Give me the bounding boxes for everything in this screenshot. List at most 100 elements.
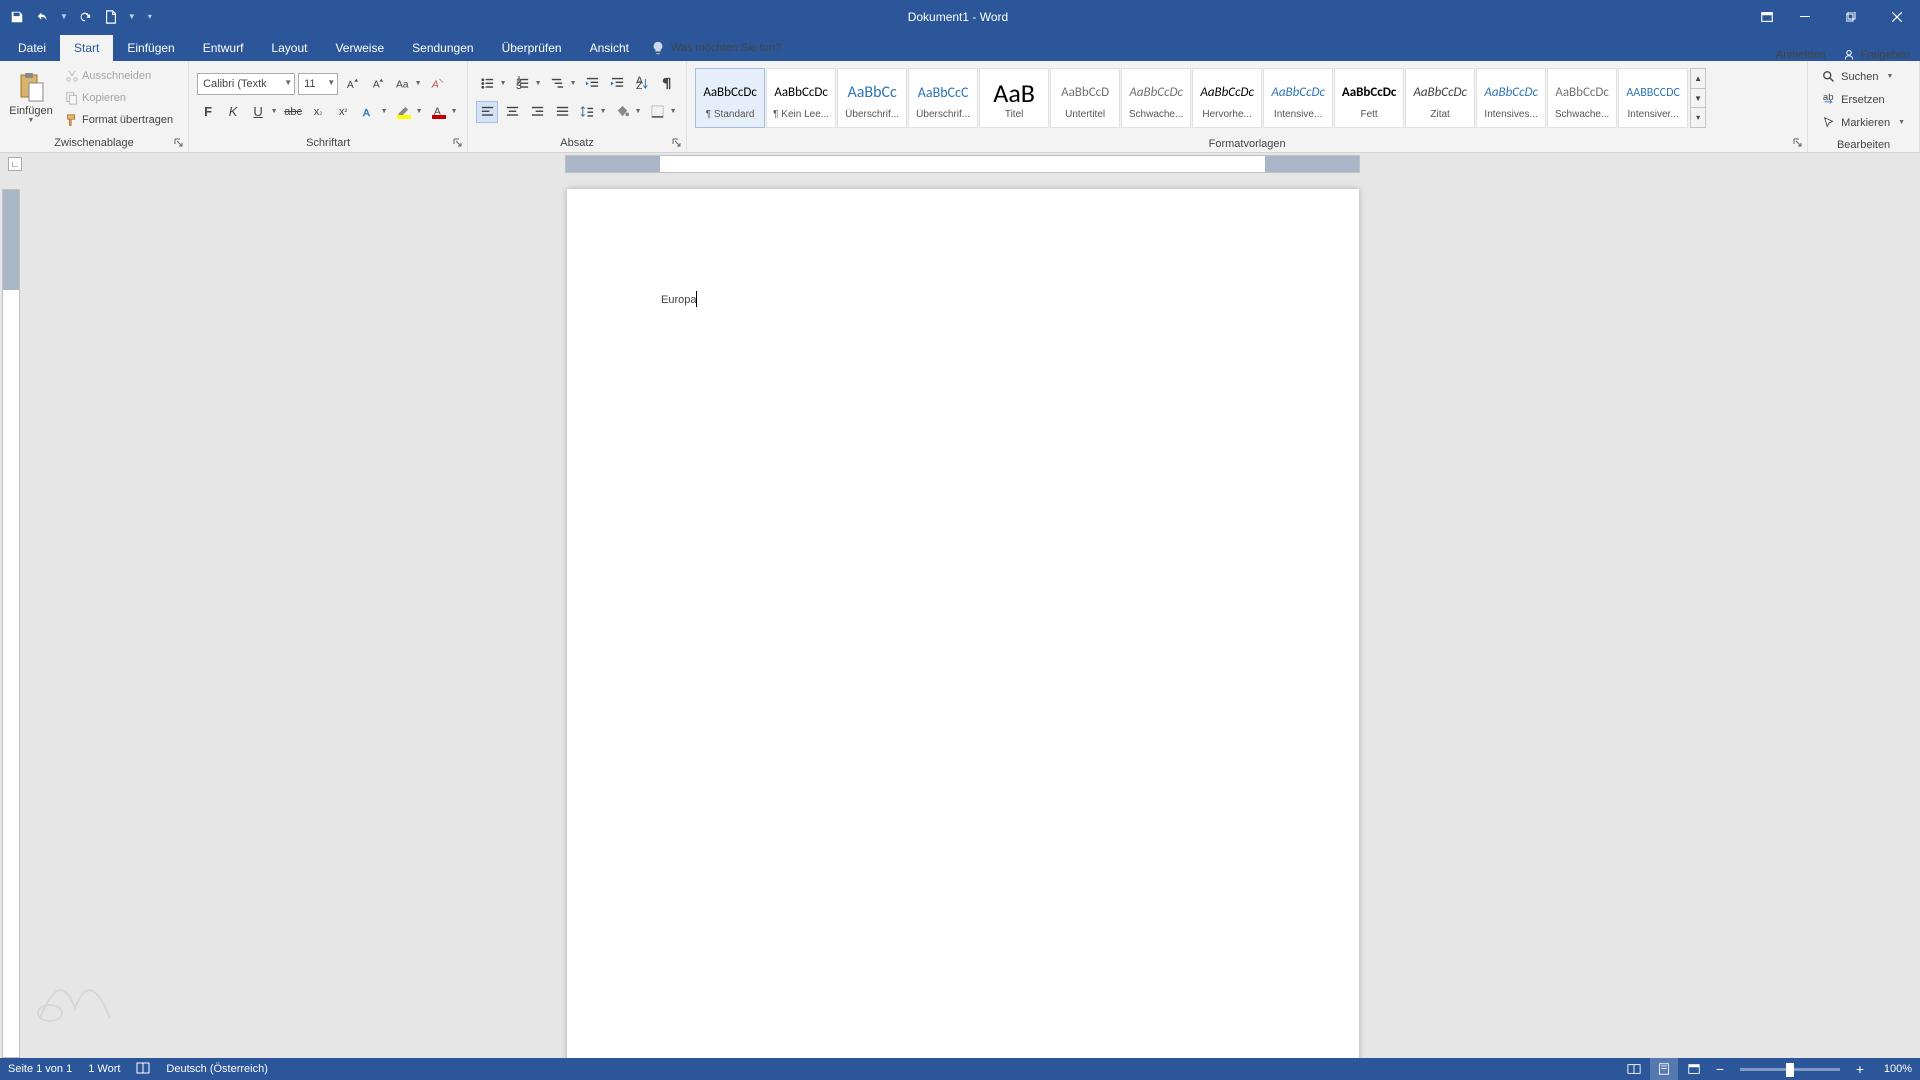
zoom-out-button[interactable]: − [1710, 1058, 1730, 1080]
style-expand[interactable]: ▾ [1691, 108, 1705, 127]
web-layout-button[interactable] [1680, 1058, 1708, 1080]
style-scroll-down[interactable]: ▼ [1691, 89, 1705, 109]
multilevel-dropdown[interactable]: ▼ [568, 73, 578, 95]
vertical-ruler[interactable] [2, 189, 20, 1058]
tab-mailings[interactable]: Sendungen [398, 35, 487, 61]
page-indicator[interactable]: Seite 1 von 1 [8, 1063, 72, 1075]
font-name-combo[interactable]: Calibri (Textk▼ [197, 73, 295, 95]
new-doc-button[interactable] [100, 6, 122, 28]
shading-button[interactable] [611, 101, 633, 123]
style-item-13[interactable]: AABBCCDCIntensiver... [1618, 68, 1688, 128]
style-item-6[interactable]: AaBbCcDcSchwache... [1121, 68, 1191, 128]
replace-button[interactable]: abErsetzen [1818, 89, 1909, 110]
qat-customize-icon[interactable]: ▾ [146, 12, 154, 21]
multilevel-list-button[interactable] [546, 73, 568, 95]
style-item-9[interactable]: AaBbCcDcFett [1334, 68, 1404, 128]
styles-dialog-launcher[interactable] [1792, 138, 1804, 150]
print-layout-button[interactable] [1650, 1058, 1678, 1080]
highlight-button[interactable] [392, 101, 414, 123]
align-center-button[interactable] [501, 101, 523, 123]
numbering-button[interactable]: 123 [511, 73, 533, 95]
change-case-button[interactable]: Aa [391, 73, 413, 95]
style-item-3[interactable]: AaBbCcCÜberschrif... [908, 68, 978, 128]
bold-button[interactable]: F [197, 101, 219, 123]
bullets-dropdown[interactable]: ▼ [498, 73, 508, 95]
increase-indent-button[interactable] [606, 73, 628, 95]
style-item-11[interactable]: AaBbCcDcIntensives... [1476, 68, 1546, 128]
style-item-1[interactable]: AaBbCcDc¶ Kein Lee... [766, 68, 836, 128]
zoom-slider[interactable] [1740, 1068, 1840, 1071]
style-item-5[interactable]: AaBbCcDUntertitel [1050, 68, 1120, 128]
tab-insert[interactable]: Einfügen [113, 35, 188, 61]
find-button[interactable]: Suchen▼ [1818, 66, 1909, 87]
zoom-in-button[interactable]: + [1850, 1058, 1870, 1080]
ribbon-display-options-button[interactable] [1756, 6, 1778, 28]
font-size-combo[interactable]: 11▼ [298, 73, 338, 95]
style-item-12[interactable]: AaBbCcDcSchwache... [1547, 68, 1617, 128]
style-item-0[interactable]: AaBbCcDc¶ Standard [695, 68, 765, 128]
language-indicator[interactable]: Deutsch (Österreich) [166, 1063, 267, 1075]
clear-formatting-button[interactable]: A [426, 73, 448, 95]
superscript-button[interactable]: x² [332, 101, 354, 123]
shrink-font-button[interactable]: A [366, 73, 388, 95]
document-body[interactable]: Europa [661, 289, 1265, 307]
tab-selector[interactable]: ∟ [8, 157, 22, 171]
undo-dropdown-icon[interactable]: ▼ [58, 12, 70, 21]
text-effects-dropdown[interactable]: ▼ [379, 101, 389, 123]
select-button[interactable]: Markieren▼ [1818, 112, 1909, 133]
change-case-dropdown[interactable]: ▼ [413, 73, 423, 95]
zoom-thumb[interactable] [1786, 1063, 1794, 1077]
new-doc-dropdown-icon[interactable]: ▼ [126, 12, 138, 21]
style-item-10[interactable]: AaBbCcDcZitat [1405, 68, 1475, 128]
style-item-7[interactable]: AaBbCcDcHervorhe... [1192, 68, 1262, 128]
paragraph-dialog-launcher[interactable] [671, 138, 683, 150]
style-item-4[interactable]: AaBTitel [979, 68, 1049, 128]
share-button[interactable]: Freigeben [1843, 49, 1910, 61]
paste-button[interactable]: Einfügen ▼ [6, 65, 56, 131]
tab-file[interactable]: Datei [4, 35, 60, 61]
decrease-indent-button[interactable] [581, 73, 603, 95]
font-dialog-launcher[interactable] [452, 138, 464, 150]
maximize-button[interactable] [1828, 0, 1874, 33]
underline-dropdown[interactable]: ▼ [269, 101, 279, 123]
style-item-2[interactable]: AaBbCcÜberschrif... [837, 68, 907, 128]
borders-button[interactable] [646, 101, 668, 123]
tab-view[interactable]: Ansicht [576, 35, 643, 61]
style-scroll-up[interactable]: ▲ [1691, 69, 1705, 89]
shading-dropdown[interactable]: ▼ [633, 101, 643, 123]
justify-button[interactable] [551, 101, 573, 123]
style-item-8[interactable]: AaBbCcDcIntensive... [1263, 68, 1333, 128]
horizontal-ruler[interactable] [565, 155, 1360, 173]
strikethrough-button[interactable]: abc [282, 101, 304, 123]
close-button[interactable] [1874, 0, 1920, 33]
grow-font-button[interactable]: A [341, 73, 363, 95]
cut-button[interactable]: Ausschneiden [60, 66, 178, 86]
borders-dropdown[interactable]: ▼ [668, 101, 678, 123]
highlight-dropdown[interactable]: ▼ [414, 101, 424, 123]
bullets-button[interactable] [476, 73, 498, 95]
redo-button[interactable] [74, 6, 96, 28]
show-marks-button[interactable] [656, 73, 678, 95]
italic-button[interactable]: K [222, 101, 244, 123]
copy-button[interactable]: Kopieren [60, 88, 178, 108]
align-right-button[interactable] [526, 101, 548, 123]
font-color-dropdown[interactable]: ▼ [449, 101, 459, 123]
read-mode-button[interactable] [1620, 1058, 1648, 1080]
page[interactable]: Europa [567, 189, 1359, 1058]
save-button[interactable] [6, 6, 28, 28]
tab-start[interactable]: Start [60, 35, 113, 61]
minimize-button[interactable] [1782, 0, 1828, 33]
word-count[interactable]: 1 Wort [88, 1063, 120, 1075]
subscript-button[interactable]: x₂ [307, 101, 329, 123]
sort-button[interactable]: AZ [631, 73, 653, 95]
font-color-button[interactable]: A [427, 101, 449, 123]
tab-layout[interactable]: Layout [257, 35, 321, 61]
align-left-button[interactable] [476, 101, 498, 123]
tab-review[interactable]: Überprüfen [488, 35, 576, 61]
underline-button[interactable]: U [247, 101, 269, 123]
sign-in-button[interactable]: Anmelden [1776, 49, 1826, 61]
line-spacing-button[interactable] [576, 101, 598, 123]
proofing-button[interactable] [136, 1061, 150, 1078]
numbering-dropdown[interactable]: ▼ [533, 73, 543, 95]
tell-me-search[interactable]: Was möchten Sie tun? [643, 35, 789, 61]
